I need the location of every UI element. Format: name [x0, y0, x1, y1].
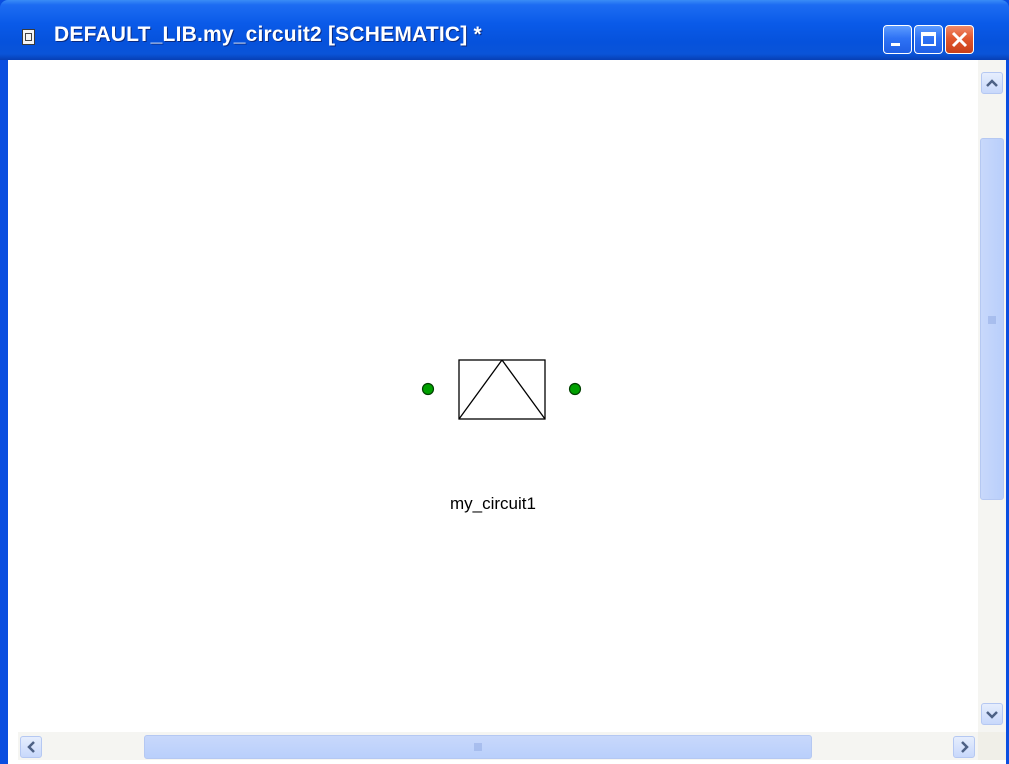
schematic-window: DEFAULT_LIB.my_circuit2 [SCHEMATIC] * my… [0, 0, 1009, 764]
scroll-up-button[interactable] [981, 72, 1003, 94]
minimize-button[interactable] [883, 25, 912, 54]
component-port-left[interactable] [421, 382, 435, 396]
component-label[interactable]: my_circuit1 [450, 494, 536, 514]
schematic-canvas[interactable] [18, 60, 978, 732]
title-bar[interactable]: DEFAULT_LIB.my_circuit2 [SCHEMATIC] * [0, 0, 1009, 60]
scroll-down-button[interactable] [981, 703, 1003, 725]
grip-icon [474, 743, 482, 751]
close-icon [951, 31, 968, 48]
maximize-icon [921, 32, 936, 46]
grip-icon [988, 316, 996, 324]
maximize-button[interactable] [914, 25, 943, 54]
schematic-drawing [421, 359, 582, 420]
horizontal-scroll-thumb[interactable] [144, 735, 812, 759]
arrow-left-icon [27, 741, 35, 753]
arrow-up-icon [986, 79, 998, 87]
scrollbar-corner [978, 732, 1006, 760]
schematic-document-icon[interactable] [22, 29, 35, 45]
window-client-area: my_circuit1 [8, 60, 1006, 764]
component-symbol[interactable] [458, 359, 546, 420]
scroll-right-button[interactable] [953, 736, 975, 758]
arrow-down-icon [986, 711, 998, 719]
vertical-scroll-thumb[interactable] [980, 138, 1004, 500]
minimize-icon [891, 43, 900, 46]
scroll-left-button[interactable] [20, 736, 42, 758]
close-button[interactable] [945, 25, 974, 54]
arrow-right-icon [961, 741, 969, 753]
window-title: DEFAULT_LIB.my_circuit2 [SCHEMATIC] * [54, 23, 482, 46]
component-port-right[interactable] [568, 382, 582, 396]
